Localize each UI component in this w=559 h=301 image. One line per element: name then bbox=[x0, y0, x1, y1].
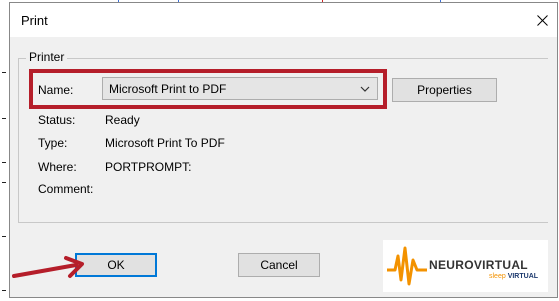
logo-tagline: sleep VIRTUAL bbox=[489, 273, 538, 280]
ok-button-label: OK bbox=[107, 258, 125, 272]
where-value: PORTPROMPT: bbox=[105, 160, 192, 174]
status-label: Status: bbox=[38, 113, 76, 127]
title-bar: Print bbox=[10, 3, 557, 37]
status-value: Ready bbox=[105, 113, 140, 127]
annotation-highlight-box bbox=[29, 69, 387, 109]
properties-button-label: Properties bbox=[417, 83, 472, 97]
type-value: Microsoft Print To PDF bbox=[105, 136, 225, 150]
comment-label: Comment: bbox=[38, 182, 94, 196]
dialog-title: Print bbox=[21, 13, 48, 28]
logo-tagline-sleep: sleep bbox=[489, 273, 506, 280]
where-label: Where: bbox=[38, 160, 77, 174]
type-label: Type: bbox=[38, 136, 68, 150]
logo-wordmark: NEUROVIRTUAL bbox=[429, 258, 528, 272]
waveform-logo-icon bbox=[387, 246, 427, 286]
properties-button[interactable]: Properties bbox=[392, 78, 497, 102]
close-button[interactable] bbox=[527, 3, 557, 37]
neurovirtual-logo: NEUROVIRTUAL sleep VIRTUAL bbox=[383, 240, 548, 292]
logo-tagline-virtual: VIRTUAL bbox=[507, 273, 539, 280]
printer-group-legend: Printer bbox=[26, 50, 68, 64]
cancel-button[interactable]: Cancel bbox=[238, 253, 320, 277]
close-icon bbox=[536, 14, 548, 26]
cancel-button-label: Cancel bbox=[260, 258, 298, 272]
annotation-arrow-icon bbox=[12, 256, 84, 278]
